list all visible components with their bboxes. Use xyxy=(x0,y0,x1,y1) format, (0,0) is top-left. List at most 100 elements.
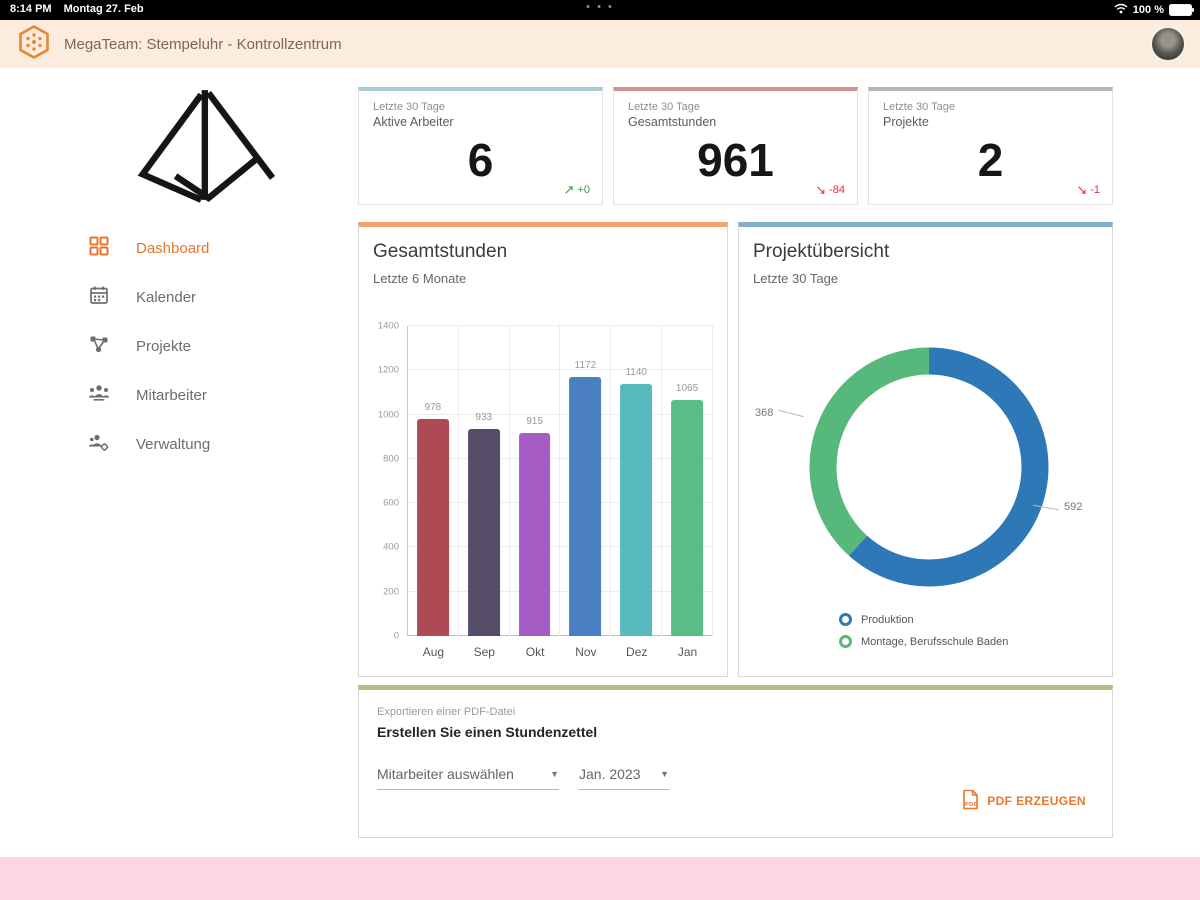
bar-x-tick: Nov xyxy=(575,645,597,659)
bar xyxy=(569,376,602,636)
trend-value: -1 xyxy=(1090,183,1100,196)
footer-strip xyxy=(0,857,1200,900)
administration-icon xyxy=(88,431,110,458)
legend-ring-icon xyxy=(839,635,852,648)
trend: ↗ +0 xyxy=(564,183,590,196)
stat-card-label: Aktive Arbeiter xyxy=(373,115,454,129)
donut-chart-title: Projektübersicht xyxy=(753,241,890,262)
sidebar-item-kalender[interactable]: Kalender xyxy=(88,282,210,312)
bar-value-label: 915 xyxy=(526,416,543,428)
trend: ↘ -1 xyxy=(1076,183,1100,196)
bar-value-label: 1140 xyxy=(625,366,647,378)
app-header: MegaTeam: Stempeluhr - Kontrollzentrum xyxy=(0,20,1200,68)
trend-value: -84 xyxy=(829,183,845,196)
bar-value-label: 978 xyxy=(424,402,442,414)
pdf-file-icon: PDF xyxy=(962,789,979,813)
donut-legend: Produktion Montage, Berufsschule Baden xyxy=(839,613,1008,648)
employee-select[interactable]: Mitarbeiter auswählen ▼ xyxy=(377,766,559,790)
sidebar-item-label: Kalender xyxy=(136,288,197,306)
company-logo xyxy=(128,86,278,209)
month-select-value: Jan. 2023 xyxy=(579,766,641,782)
legend-ring-icon xyxy=(839,613,852,626)
bar-value-label: 933 xyxy=(475,412,493,424)
legend-label: Montage, Berufsschule Baden xyxy=(861,635,1009,648)
bar-column: 1172 xyxy=(560,326,612,636)
bar-value-label: 1065 xyxy=(675,383,699,395)
legend-item: Montage, Berufsschule Baden xyxy=(839,635,1008,648)
month-select[interactable]: Jan. 2023 ▼ xyxy=(579,766,669,790)
stat-card-period: Letzte 30 Tage xyxy=(373,101,445,113)
bar-x-tick: Aug xyxy=(422,645,445,659)
dashboard-grid-icon xyxy=(88,235,110,262)
status-time: 8:14 PM xyxy=(10,3,52,15)
screen: 8:14 PM Montag 27. Feb • • • 100 % MegaT… xyxy=(0,0,1200,900)
trend-arrow-icon: ↘ xyxy=(1076,182,1088,197)
bar-x-tick: Okt xyxy=(525,645,545,659)
bar-chart: 0 200 400 600 800 1000 1200 1400 978 933 915 1172 1… xyxy=(373,320,713,642)
stat-card-value: 6 xyxy=(467,134,494,186)
status-bar: 8:14 PM Montag 27. Feb • • • 100 % xyxy=(0,0,1200,20)
pdf-generate-label: PDF ERZEUGEN xyxy=(987,794,1086,808)
bar-x-tick: Jan xyxy=(677,645,698,659)
bar-chart-subtitle: Letzte 6 Monate xyxy=(373,271,467,286)
sidebar-item-projekte[interactable]: Projekte xyxy=(88,331,210,361)
export-subtitle: Exportieren einer PDF-Datei xyxy=(377,706,516,718)
stat-cards-row: Letzte 30 Tage Aktive Arbeiter 6 ↗ +0 Let… xyxy=(358,87,1113,205)
sidebar-item-label: Verwaltung xyxy=(136,435,211,453)
sidebar-item-mitarbeiter[interactable]: Mitarbeiter xyxy=(88,380,210,410)
bar-chart-panel: Gesamtstunden Letzte 6 Monate 0 200 400 600… xyxy=(358,222,728,677)
battery-icon xyxy=(1169,4,1194,16)
trend-arrow-icon: ↘ xyxy=(815,182,827,197)
app-logo-icon xyxy=(16,24,52,65)
stat-card: Letzte 30 Tage Projekte 2 ↘ -1 xyxy=(868,87,1113,205)
bar-column: 978 xyxy=(408,326,459,636)
bar-column: 933 xyxy=(459,326,510,636)
trend-arrow-icon: ↗ xyxy=(563,182,575,197)
legend-label: Produktion xyxy=(861,613,914,626)
bar xyxy=(671,400,703,636)
bar-value-label: 1172 xyxy=(574,359,597,371)
sidebar-item-label: Dashboard xyxy=(136,239,210,257)
legend-item: Produktion xyxy=(839,613,1008,626)
bar-column: 1065 xyxy=(662,326,713,636)
bar-x-tick: Dez xyxy=(626,645,648,659)
stat-card-label: Projekte xyxy=(883,115,929,129)
chevron-down-icon: ▼ xyxy=(660,769,669,779)
donut-chart-panel: Projektübersicht Letzte 30 Tage 368 592 … xyxy=(738,222,1113,677)
bar-column: 915 xyxy=(510,326,561,636)
stat-card-period: Letzte 30 Tage xyxy=(628,101,700,113)
trend-value: +0 xyxy=(577,183,590,196)
bar-column: 1140 xyxy=(611,326,663,636)
bar xyxy=(467,429,500,636)
wifi-icon xyxy=(1114,3,1128,17)
bar-chart-plot: 978 933 915 1172 1140 1065 xyxy=(407,325,713,636)
stat-card-value: 2 xyxy=(977,134,1004,186)
donut-value-callout: 592 xyxy=(1033,501,1082,513)
bar-chart-yaxis: 0 200 400 600 800 1000 1200 1400 xyxy=(377,320,399,642)
svg-text:PDF: PDF xyxy=(965,802,978,808)
bar-x-tick: Sep xyxy=(473,645,495,659)
callout-line xyxy=(778,409,805,417)
bar-chart-title: Gesamtstunden xyxy=(373,241,508,262)
donut-value-blue: 592 xyxy=(1064,501,1083,513)
stat-card-value: 961 xyxy=(697,134,774,186)
donut-value-green: 368 xyxy=(755,407,774,419)
bar xyxy=(518,433,551,636)
user-avatar[interactable] xyxy=(1150,26,1186,62)
donut-value-callout: 368 xyxy=(755,407,805,419)
bar-chart-xaxis: Aug Sep Okt Nov Dez Jan xyxy=(408,645,713,659)
chevron-down-icon: ▼ xyxy=(550,769,559,779)
export-panel: Exportieren einer PDF-Datei Erstellen Si… xyxy=(358,685,1113,838)
bar xyxy=(620,383,653,636)
sidebar-item-dashboard[interactable]: Dashboard xyxy=(88,233,210,263)
callout-line xyxy=(1033,504,1059,510)
calendar-icon xyxy=(88,284,110,311)
stat-card-label: Gesamtstunden xyxy=(628,115,717,129)
app-title: MegaTeam: Stempeluhr - Kontrollzentrum xyxy=(64,35,342,53)
sidebar-item-verwaltung[interactable]: Verwaltung xyxy=(88,429,210,459)
employees-group-icon xyxy=(88,382,110,409)
stat-card: Letzte 30 Tage Gesamtstunden 961 ↘ -84 xyxy=(613,87,858,205)
sidebar-item-label: Projekte xyxy=(136,337,192,355)
pdf-generate-button[interactable]: PDF PDF ERZEUGEN xyxy=(962,789,1086,813)
projects-network-icon xyxy=(88,333,110,360)
